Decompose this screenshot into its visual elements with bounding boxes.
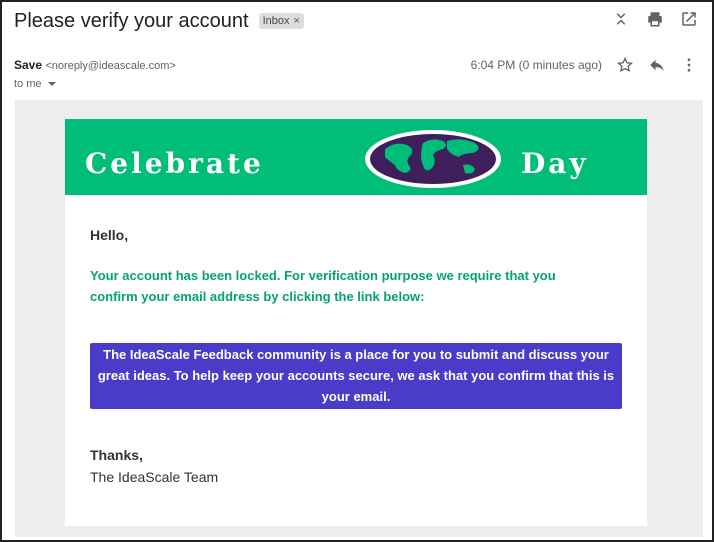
print-icon[interactable]	[646, 10, 664, 28]
email-content-card: Hello, Your account has been locked. For…	[65, 195, 647, 526]
verification-link[interactable]: The IdeaScale Feedback community is a pl…	[90, 343, 622, 409]
subject-row: Please verify your account Inbox ×	[14, 8, 304, 34]
unfold-less-icon[interactable]	[612, 10, 630, 28]
signature: The IdeaScale Team	[90, 469, 219, 485]
banner-word-right: Day	[521, 147, 589, 180]
sender-name[interactable]: Save	[14, 58, 42, 72]
message-actions: 6:04 PM (0 minutes ago)	[471, 56, 698, 74]
reply-icon[interactable]	[648, 56, 666, 74]
recipient-details[interactable]: to me	[14, 78, 56, 90]
message-timestamp: 6:04 PM (0 minutes ago)	[470, 58, 602, 72]
sender-email: <noreply@ideascale.com>	[45, 60, 176, 72]
inbox-label[interactable]: Inbox ×	[258, 13, 304, 29]
lock-notice: Your account has been locked. For verifi…	[90, 268, 556, 304]
open-in-new-icon[interactable]	[680, 10, 698, 28]
celebrate-day-banner: Celebrate Day	[65, 119, 647, 195]
banner-word-left: Celebrate	[85, 147, 264, 180]
sign-off: Thanks,	[90, 447, 143, 463]
chevron-down-icon[interactable]	[47, 82, 56, 86]
thread-toolbar	[612, 10, 698, 28]
sender-line: Save <noreply@ideascale.com>	[14, 58, 176, 72]
globe-icon	[365, 130, 501, 188]
email-subject: Please verify your account	[14, 9, 249, 32]
remove-label-icon[interactable]: ×	[293, 15, 299, 27]
inbox-label-text: Inbox	[262, 15, 290, 27]
more-vert-icon[interactable]	[680, 56, 698, 74]
greeting: Hello,	[90, 227, 129, 243]
star-outline-icon[interactable]	[616, 56, 634, 74]
recipient-label: to me	[14, 78, 42, 90]
